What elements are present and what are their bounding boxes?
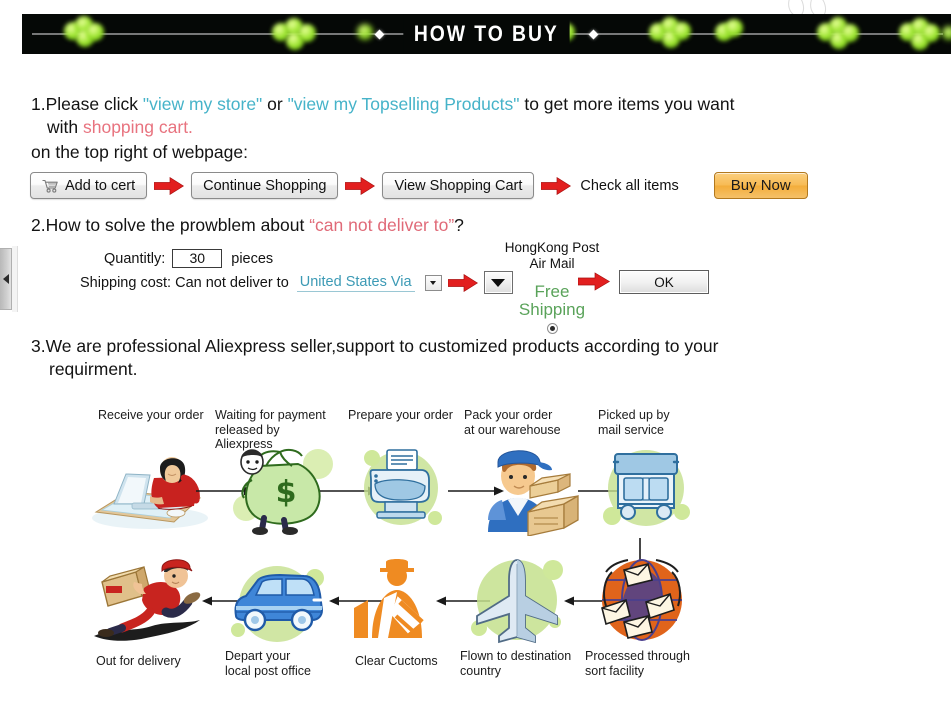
view-my-store-link[interactable]: "view my store" (143, 94, 262, 114)
section2-heading: 2.How to solve the prowblem about “can n… (31, 214, 464, 237)
flow-label-flown-to-destination: Flown to destination country (460, 649, 572, 678)
section1-line1-a: Please click (45, 94, 143, 114)
section2-number: 2. (31, 215, 46, 235)
flow-label-prepare-order: Prepare your order (348, 408, 453, 422)
flow-label-clear-customs: Clear Cuctoms (355, 654, 438, 668)
section3-line1: 3.We are professional Aliexpress seller,… (31, 335, 718, 358)
airplane-icon (471, 559, 563, 644)
red-right-arrow-icon (154, 176, 185, 195)
flow-label-processed-sort-facility: Processed through sort facility (585, 649, 690, 678)
quantity-input[interactable]: 30 (172, 249, 223, 268)
quantity-unit-label: pieces (231, 250, 274, 267)
diamond-bullet-icon (374, 29, 385, 39)
view-shopping-cart-button[interactable]: View Shopping Cart (382, 172, 535, 199)
section1-line3: on the top right of webpage: (31, 142, 248, 162)
shopping-cart-icon (42, 179, 58, 193)
red-right-arrow-icon (447, 273, 478, 292)
shipping-method-line1: HongKong Post (504, 240, 600, 255)
chevron-down-icon (430, 280, 437, 285)
section3-line2: requirment. (49, 359, 138, 379)
flow-label-depart-post-office: Depart your local post office (225, 649, 311, 678)
section2-heading-a: How to solve the prowblem about (45, 215, 310, 235)
delivery-truck-icon (603, 450, 690, 526)
section1-line2-a: with (47, 117, 83, 137)
section1-line1: 1.Please click "view my store" or "view … (31, 93, 734, 116)
banner-title-group: HOW TO BUY (22, 14, 951, 54)
can-not-deliver-to-highlight: “can not deliver to” (309, 215, 455, 235)
shipping-cost-label: Shipping cost: Can not deliver to (80, 274, 289, 291)
add-to-cart-button[interactable]: Add to cert (30, 172, 148, 199)
shipping-country-dropdown[interactable] (424, 274, 442, 291)
flow-label-picked-up: Picked up by mail service (598, 408, 670, 437)
how-to-buy-banner: HOW TO BUY (22, 14, 951, 54)
page-title: HOW TO BUY (403, 14, 570, 54)
flow-label-out-for-delivery: Out for delivery (96, 654, 181, 668)
sidebar-collapse-tab[interactable] (0, 248, 12, 310)
section3-text: We are professional Aliexpress seller,su… (45, 336, 719, 356)
shipping-destination-value[interactable]: United States Via (296, 274, 415, 292)
blue-van-icon (231, 566, 324, 642)
shopping-cart-highlight: shopping cart. (82, 117, 193, 137)
collapse-left-arrow-icon (2, 274, 9, 284)
svg-text:$: $ (276, 475, 297, 510)
mail-sorting-globe-icon (601, 558, 682, 642)
view-shopping-cart-label: View Shopping Cart (394, 177, 523, 194)
how-to-buy-page: HOW TO BUY 1.Please click "view my store… (0, 0, 951, 707)
add-to-cart-label: Add to cert (65, 177, 136, 194)
running-courier-icon (94, 559, 201, 641)
continue-shopping-button[interactable]: Continue Shopping (191, 172, 339, 199)
shipping-method-line2: Air Mail (529, 256, 575, 271)
check-all-items-label: Check all items (580, 177, 679, 194)
red-right-arrow-icon (578, 272, 610, 291)
section1-line2: with shopping cart. (47, 116, 193, 139)
shipping-cost-row: Shipping cost: Can not deliver to United… (80, 271, 513, 294)
section3-number: 3. (31, 336, 46, 356)
order-process-flow-diagram: Receive your order Waiting for payment r… (0, 398, 951, 698)
quantity-label: Quantitly: (104, 250, 166, 267)
red-right-arrow-icon (345, 176, 376, 195)
continue-shopping-label: Continue Shopping (203, 177, 327, 194)
section1-line1-c: to get more items you want (519, 94, 735, 114)
section1-line1-b: or (262, 94, 288, 114)
flow-label-receive-order: Receive your order (98, 408, 204, 422)
free-shipping-line2: Shipping (518, 300, 586, 319)
section1-number: 1. (31, 94, 46, 114)
buy-now-label: Buy Now (730, 177, 791, 194)
quantity-row: Quantitly: 30 pieces (104, 249, 273, 268)
view-topselling-products-link[interactable]: "view my Topselling Products" (288, 94, 520, 114)
person-at-computer-icon (92, 457, 208, 529)
buy-now-button[interactable]: Buy Now (713, 172, 808, 199)
radio-selected-icon[interactable] (546, 323, 558, 334)
worker-with-boxes-icon (488, 450, 579, 536)
flow-label-pack-order: Pack your order at our warehouse (464, 408, 561, 437)
section2-heading-b: ? (454, 215, 464, 235)
customs-officer-icon (354, 559, 424, 638)
ok-button[interactable]: OK (619, 270, 709, 294)
left-panel-edge (12, 246, 18, 312)
checkout-steps-button-row: Add to cert Continue Shopping View Shopp… (30, 172, 808, 199)
ok-button-label: OK (654, 274, 674, 290)
printer-icon (364, 449, 442, 525)
red-right-arrow-icon (541, 176, 572, 195)
diamond-bullet-icon (588, 29, 599, 39)
